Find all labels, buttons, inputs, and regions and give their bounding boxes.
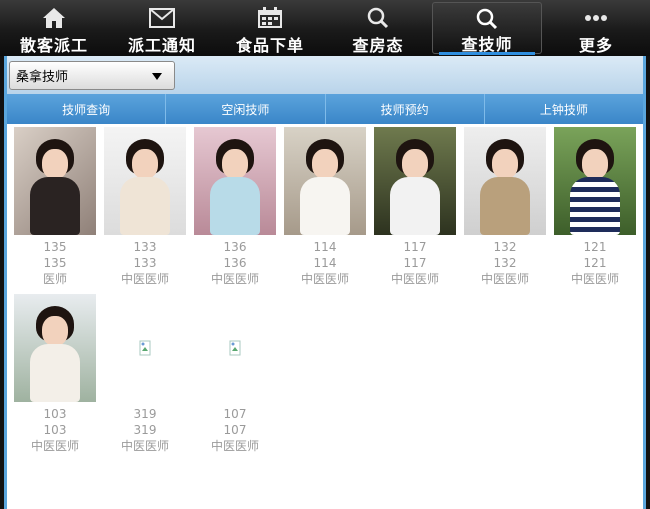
tab-technician-booking[interactable]: 技师预约	[326, 94, 485, 124]
nav-item-food-order[interactable]: 食品下单	[216, 0, 324, 56]
technician-card[interactable]: 135 135 医师	[14, 127, 96, 287]
technician-card[interactable]: 136 136 中医医师	[194, 127, 276, 287]
technician-card[interactable]: 103 103 中医医师	[14, 294, 96, 454]
technician-card[interactable]: 133 133 中医医师	[104, 127, 186, 287]
technician-card[interactable]: 117 117 中医医师	[374, 127, 456, 287]
nav-label: 散客派工	[19, 36, 88, 55]
technician-photo	[14, 127, 96, 235]
technician-card[interactable]: 114 114 中医医师	[284, 127, 366, 287]
tab-idle-technicians[interactable]: 空闲技师	[166, 94, 326, 124]
technician-grid: 135 135 医师 133 133 中医医师 136 136 中医医师 114…	[7, 124, 643, 509]
technician-photo	[194, 127, 276, 235]
nav-item-technician-search[interactable]: 查技师	[432, 2, 542, 55]
nav-item-walk-in-dispatch[interactable]: 散客派工	[0, 0, 108, 56]
technician-photo	[464, 127, 546, 235]
tab-on-duty-technicians[interactable]: 上钟技师	[485, 94, 643, 124]
more-icon	[583, 5, 609, 31]
search-icon	[365, 5, 391, 31]
mail-icon	[149, 5, 175, 31]
tab-bar: 技师查询 空闲技师 技师预约 上钟技师	[7, 94, 643, 124]
calendar-icon	[257, 5, 283, 31]
tab-technician-query[interactable]: 技师查询	[7, 94, 167, 124]
technician-card[interactable]: 132 132 中医医师	[464, 127, 546, 287]
dropdown-value: 桑拿技师	[16, 70, 69, 85]
caret-down-icon	[152, 73, 162, 80]
technician-photo	[284, 127, 366, 235]
broken-image-icon	[104, 294, 186, 402]
technician-photo	[104, 127, 186, 235]
technician-photo	[554, 127, 636, 235]
technician-photo	[14, 294, 96, 402]
nav-label: 查技师	[461, 35, 513, 54]
technician-panel: 桑拿技师 技师查询 空闲技师 技师预约 上钟技师 135 135 医师 133 …	[4, 56, 646, 509]
technician-type-dropdown[interactable]: 桑拿技师	[9, 61, 175, 90]
nav-label: 派工通知	[127, 36, 196, 55]
broken-image-icon	[194, 294, 276, 402]
filter-bar: 桑拿技师	[7, 56, 643, 94]
nav-item-dispatch-notice[interactable]: 派工通知	[108, 0, 216, 56]
nav-label: 食品下单	[235, 36, 304, 55]
technician-card[interactable]: 121 121 中医医师	[554, 127, 636, 287]
technician-card[interactable]: 107 107 中医医师	[194, 294, 276, 454]
technician-card[interactable]: 319 319 中医医师	[104, 294, 186, 454]
search-icon	[474, 8, 500, 30]
home-icon	[41, 5, 67, 31]
technician-photo	[374, 127, 456, 235]
top-nav-bar: 散客派工 派工通知 食品下单 查房态 查技师 更多	[0, 0, 650, 56]
nav-item-more[interactable]: 更多	[542, 0, 650, 56]
nav-label: 查房态	[352, 36, 404, 55]
nav-label: 更多	[578, 36, 613, 55]
nav-item-room-status[interactable]: 查房态	[324, 0, 432, 56]
